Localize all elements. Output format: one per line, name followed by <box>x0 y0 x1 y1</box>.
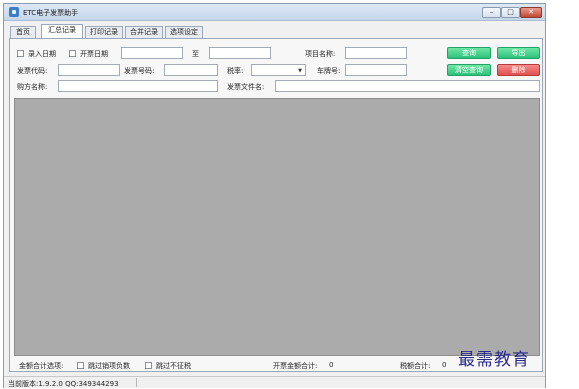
window-title: ETC电子发票助手 <box>23 9 79 17</box>
tab-options[interactable]: 选项设定 <box>165 26 203 38</box>
invoice-date-label: 开票日期 <box>80 50 108 58</box>
tab-merge-records[interactable]: 合并记录 <box>125 26 163 38</box>
chevron-down-icon: ▼ <box>298 68 302 74</box>
tax-rate-select[interactable]: ▼ <box>251 64 306 76</box>
tab-print-records[interactable]: 打印记录 <box>85 26 123 38</box>
skip-sales-negative-checkbox[interactable] <box>77 362 84 369</box>
to-label: 至 <box>192 50 199 58</box>
close-button[interactable]: ✕ <box>520 7 542 18</box>
date-to-input[interactable] <box>209 47 271 59</box>
invoice-total-label: 开票金额合计: <box>273 362 318 370</box>
tab-summary-records[interactable]: 汇总记录 <box>41 24 83 39</box>
buyer-input[interactable] <box>58 80 218 92</box>
app-logo-icon <box>9 7 19 17</box>
watermark-text: 最需教育 <box>458 350 530 370</box>
skip-no-tax-checkbox[interactable] <box>145 362 152 369</box>
status-separator <box>136 378 137 387</box>
entry-date-checkbox[interactable] <box>17 50 24 57</box>
invoice-number-label: 发票号码: <box>124 67 155 75</box>
app-window: ETC电子发票助手 – □ ✕ 首页 汇总记录 打印记录 合并记录 选项设定 录… <box>3 3 546 388</box>
maximize-button[interactable]: □ <box>501 7 520 18</box>
invoice-code-input[interactable] <box>58 64 120 76</box>
query-button[interactable]: 查询 <box>447 47 491 59</box>
export-button[interactable]: 导出 <box>497 47 540 59</box>
clear-query-button[interactable]: 清空查询 <box>447 64 491 76</box>
invoice-number-input[interactable] <box>164 64 218 76</box>
amount-options-label: 金额合计选项: <box>19 362 64 370</box>
delete-button[interactable]: 删除 <box>497 64 540 76</box>
skip-no-tax-label: 跳过不征税 <box>156 362 191 370</box>
invoice-code-label: 发票代码: <box>17 67 48 75</box>
tax-total-value: 0 <box>442 361 447 369</box>
project-name-input[interactable] <box>345 47 407 59</box>
version-info: 当前版本:1.9.2.0 QQ:349344293 <box>8 380 119 388</box>
invoice-date-checkbox[interactable] <box>69 50 76 57</box>
plate-label: 车牌号: <box>317 67 341 75</box>
records-grid[interactable] <box>14 98 540 356</box>
invoice-total-value: 0 <box>329 361 334 369</box>
plate-input[interactable] <box>345 64 407 76</box>
buyer-label: 购方名称: <box>17 83 48 91</box>
skip-sales-negative-label: 跳过销项负数 <box>88 362 130 370</box>
project-name-label: 项目名称: <box>305 50 336 58</box>
entry-date-label: 录入日期 <box>28 50 56 58</box>
status-bar: 当前版本:1.9.2.0 QQ:349344293 <box>4 376 545 388</box>
title-bar[interactable]: ETC电子发票助手 – □ ✕ <box>4 4 545 21</box>
tax-rate-label: 税率: <box>227 67 244 75</box>
tax-total-label: 税额合计: <box>400 362 431 370</box>
minimize-button[interactable]: – <box>482 7 501 18</box>
summary-panel: 录入日期 开票日期 至 项目名称: 查询 导出 发票代码: 发票号码: 税率: … <box>9 38 543 372</box>
date-from-input[interactable] <box>121 47 183 59</box>
invoice-file-label: 发票文件名: <box>227 83 265 91</box>
tab-home[interactable]: 首页 <box>10 26 36 38</box>
invoice-file-input[interactable] <box>275 80 540 92</box>
